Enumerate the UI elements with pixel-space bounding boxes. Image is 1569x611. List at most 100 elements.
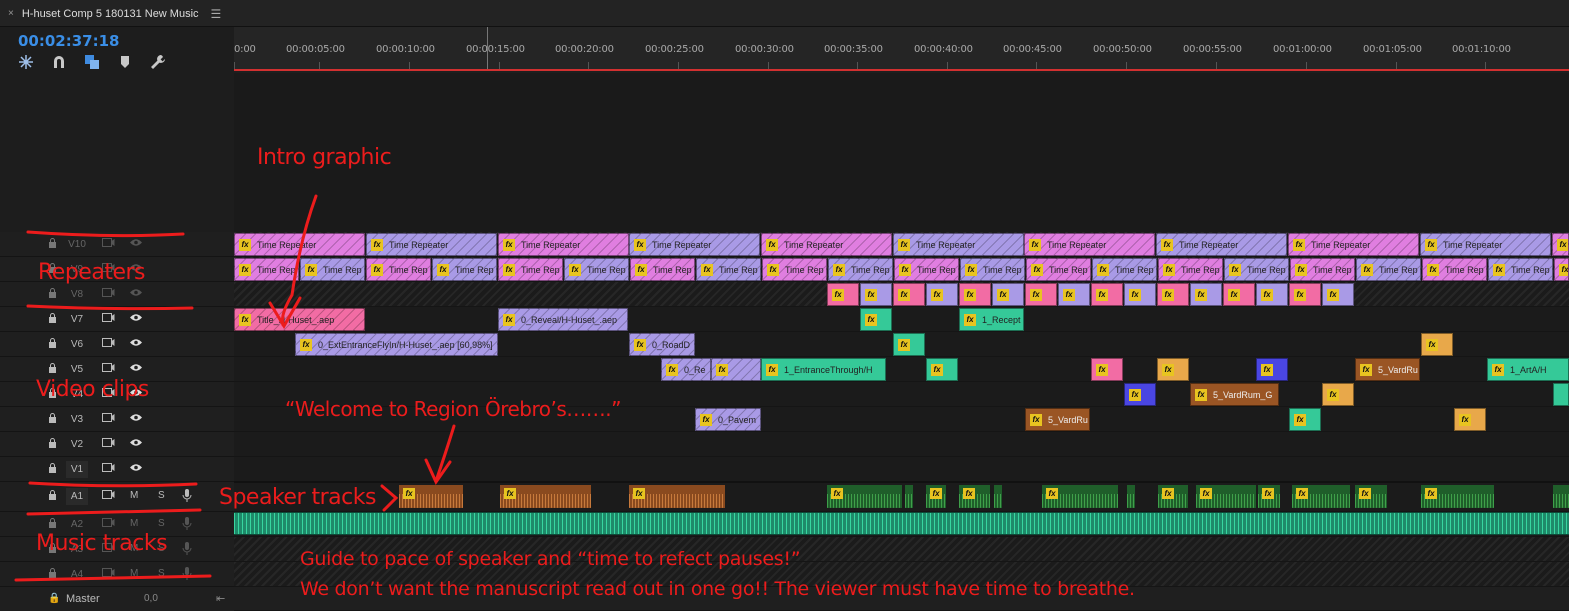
track-a2[interactable] xyxy=(234,512,1569,537)
lock-icon[interactable] xyxy=(48,313,57,323)
repeater-clip[interactable]: fx xyxy=(1124,283,1156,306)
go-to-end-icon[interactable]: ⇤ xyxy=(216,592,225,605)
speaker-audio-clip[interactable]: fx xyxy=(629,485,725,508)
clip-ext-entrance-fly-in[interactable]: fx 0_ExtEntranceFlyIn/H-Huset_.aep [60,98… xyxy=(295,333,498,356)
speaker-audio-clip[interactable]: fx xyxy=(1158,485,1188,508)
speaker-audio-clip[interactable]: fx xyxy=(1355,485,1387,508)
track-header[interactable]: V1 xyxy=(0,457,234,482)
toggle-visibility-icon[interactable] xyxy=(128,437,144,451)
repeater-clip[interactable]: fx xyxy=(1190,283,1222,306)
speaker-audio-clip[interactable] xyxy=(905,485,913,508)
repeater-clip[interactable]: fxTime Rep xyxy=(630,258,695,281)
repeater-clip[interactable]: fxTime Rep xyxy=(1092,258,1157,281)
sequence-tab[interactable]: × H-huset Comp 5 180131 New Music ☰ xyxy=(0,0,232,27)
sync-lock-icon[interactable] xyxy=(100,287,116,301)
repeater-clip[interactable]: fx xyxy=(860,283,892,306)
sync-lock-icon[interactable] xyxy=(100,312,116,326)
repeater-clip[interactable]: fxTime Rep xyxy=(828,258,893,281)
video-clip[interactable]: fx xyxy=(1157,358,1189,381)
track-header[interactable]: V3 xyxy=(0,407,234,432)
track-name[interactable]: V6 xyxy=(66,336,88,353)
track-v5[interactable]: fx 0_Re fx fx 1_EntranceThrough/H fx fx fx… xyxy=(234,357,1569,382)
solo-button[interactable]: S xyxy=(158,490,165,501)
repeater-clip[interactable]: fxTime Repeater xyxy=(1420,233,1551,256)
clip-reveal-h-huset[interactable]: fx 0_Reveal/H-Huset_.aep xyxy=(498,308,628,331)
track-header[interactable]: V2 xyxy=(0,432,234,457)
clip-art-a[interactable]: fx 1_ArtA/H xyxy=(1487,358,1569,381)
speaker-audio-clip[interactable]: fx xyxy=(1196,485,1256,508)
video-clip[interactable]: fx xyxy=(711,358,761,381)
repeater-clip[interactable]: fx xyxy=(1289,283,1321,306)
video-clip[interactable]: fx xyxy=(1322,383,1354,406)
toggle-visibility-icon[interactable] xyxy=(128,462,144,476)
repeater-clip[interactable]: fxTime Rep xyxy=(234,258,299,281)
track-name[interactable]: V1 xyxy=(66,461,88,478)
track-header[interactable]: V10 xyxy=(0,232,234,257)
track-name[interactable]: A4 xyxy=(66,566,88,583)
master-volume-value[interactable]: 0,0 xyxy=(144,593,158,604)
video-clip[interactable]: fx xyxy=(1091,358,1123,381)
mute-button[interactable]: M xyxy=(130,490,138,501)
track-v7[interactable]: fx Title_H-Huset_.aep fx 0_Reveal/H-Huset_… xyxy=(234,307,1569,332)
repeater-clip[interactable]: fxTime Repeater xyxy=(1552,233,1569,256)
lock-icon[interactable] xyxy=(48,568,57,578)
repeater-clip[interactable]: fxTime Rep xyxy=(1488,258,1553,281)
repeater-clip[interactable]: fxTime Repeater xyxy=(366,233,497,256)
track-v6[interactable]: fx 0_ExtEntranceFlyIn/H-Huset_.aep [60,98… xyxy=(234,332,1569,357)
repeater-clip[interactable]: fxTime Rep xyxy=(1224,258,1289,281)
sync-lock-icon[interactable] xyxy=(100,337,116,351)
lock-icon[interactable] xyxy=(48,338,57,348)
sync-lock-icon[interactable] xyxy=(100,362,116,376)
repeater-clip[interactable]: fx xyxy=(1322,283,1354,306)
repeater-clip[interactable]: fxTime Rep xyxy=(300,258,365,281)
video-clip[interactable]: fx xyxy=(893,333,925,356)
playhead-marker[interactable] xyxy=(487,27,488,69)
playhead-timecode[interactable]: 00:02:37:18 xyxy=(18,32,120,50)
video-clip[interactable]: fx xyxy=(860,308,892,331)
speaker-audio-clip[interactable] xyxy=(1553,485,1569,508)
wrench-settings-icon[interactable] xyxy=(148,54,168,70)
track-name[interactable]: A1 xyxy=(66,488,88,505)
repeater-clip[interactable]: fx xyxy=(893,283,925,306)
lock-icon[interactable] xyxy=(48,518,57,528)
track-name[interactable]: V5 xyxy=(66,361,88,378)
repeater-clip[interactable]: fxTime Rep xyxy=(432,258,497,281)
panel-menu-icon[interactable]: ☰ xyxy=(211,7,222,21)
sync-lock-icon[interactable] xyxy=(100,567,116,581)
repeater-clip[interactable]: fxTime Rep xyxy=(960,258,1025,281)
repeater-clip[interactable]: fxTime Repeater xyxy=(1024,233,1155,256)
track-name[interactable]: V7 xyxy=(66,311,88,328)
speaker-audio-clip[interactable]: fx xyxy=(1042,485,1118,508)
repeater-clip[interactable]: fx xyxy=(1223,283,1255,306)
speaker-audio-clip[interactable]: fx xyxy=(399,485,463,508)
lock-icon[interactable] xyxy=(48,413,57,423)
microphone-icon[interactable] xyxy=(182,542,192,559)
track-name[interactable]: V8 xyxy=(66,286,88,303)
toggle-visibility-icon[interactable] xyxy=(128,237,144,251)
sync-lock-icon[interactable] xyxy=(100,237,116,251)
close-tab-icon[interactable]: × xyxy=(8,8,14,19)
sync-lock-icon[interactable] xyxy=(100,412,116,426)
ripple-icon[interactable] xyxy=(16,54,36,70)
repeater-clip[interactable]: fxTime Rep xyxy=(1356,258,1421,281)
toggle-visibility-icon[interactable] xyxy=(128,362,144,376)
repeater-clip[interactable]: fx xyxy=(1256,283,1288,306)
video-clip[interactable]: fx xyxy=(1421,333,1453,356)
repeater-clip[interactable]: fxTime Repeater xyxy=(1156,233,1287,256)
toggle-visibility-icon[interactable] xyxy=(128,312,144,326)
repeater-clip[interactable]: fxTime Repeater xyxy=(234,233,365,256)
track-name[interactable]: V3 xyxy=(66,411,88,428)
speaker-audio-clip[interactable] xyxy=(994,485,1002,508)
speaker-audio-clip[interactable]: fx xyxy=(1292,485,1350,508)
repeater-clip[interactable]: fxTime Rep xyxy=(564,258,629,281)
clip-vardrum[interactable]: fx 5_VardRu xyxy=(1355,358,1420,381)
lock-icon[interactable] xyxy=(48,363,57,373)
repeater-clip[interactable]: fx xyxy=(959,283,991,306)
lock-icon[interactable] xyxy=(48,490,57,500)
repeater-clip[interactable]: fx xyxy=(827,283,859,306)
speaker-audio-clip[interactable]: fx xyxy=(827,485,902,508)
repeater-clip[interactable]: fx xyxy=(1157,283,1189,306)
microphone-icon[interactable] xyxy=(182,517,192,534)
timeline-empty-area[interactable] xyxy=(234,73,1569,233)
track-v9[interactable]: fx Time Rep fx Time Rep fx Time Rep fx Time Rep… xyxy=(234,257,1569,282)
